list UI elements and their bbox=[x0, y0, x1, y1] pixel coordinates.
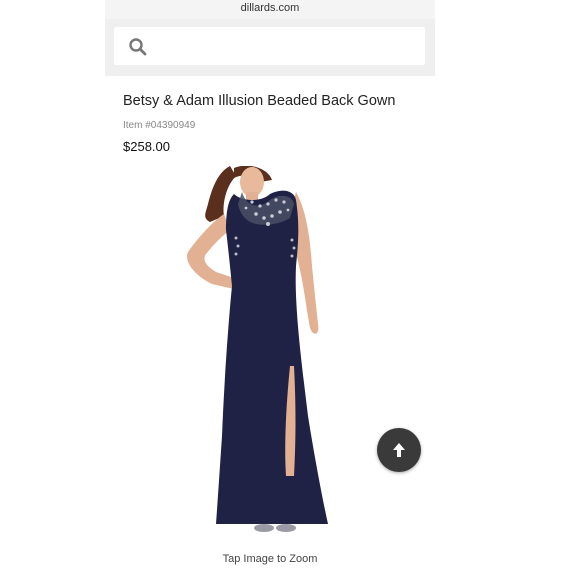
back-to-top-button[interactable] bbox=[377, 428, 421, 472]
item-number: Item #04390949 bbox=[123, 120, 196, 131]
search-bar bbox=[105, 19, 435, 76]
url-text: dillards.com bbox=[240, 2, 300, 14]
product-title: Betsy & Adam Illusion Beaded Back Gown bbox=[123, 93, 396, 109]
search-input[interactable] bbox=[114, 27, 425, 65]
zoom-caption: Tap Image to Zoom bbox=[222, 553, 318, 565]
product-price: $258.00 bbox=[123, 139, 170, 154]
product-image[interactable] bbox=[172, 166, 332, 540]
arrow-up-icon bbox=[393, 443, 405, 457]
search-icon[interactable] bbox=[128, 37, 148, 57]
browser-url-bar[interactable]: dillards.com bbox=[105, 0, 435, 19]
